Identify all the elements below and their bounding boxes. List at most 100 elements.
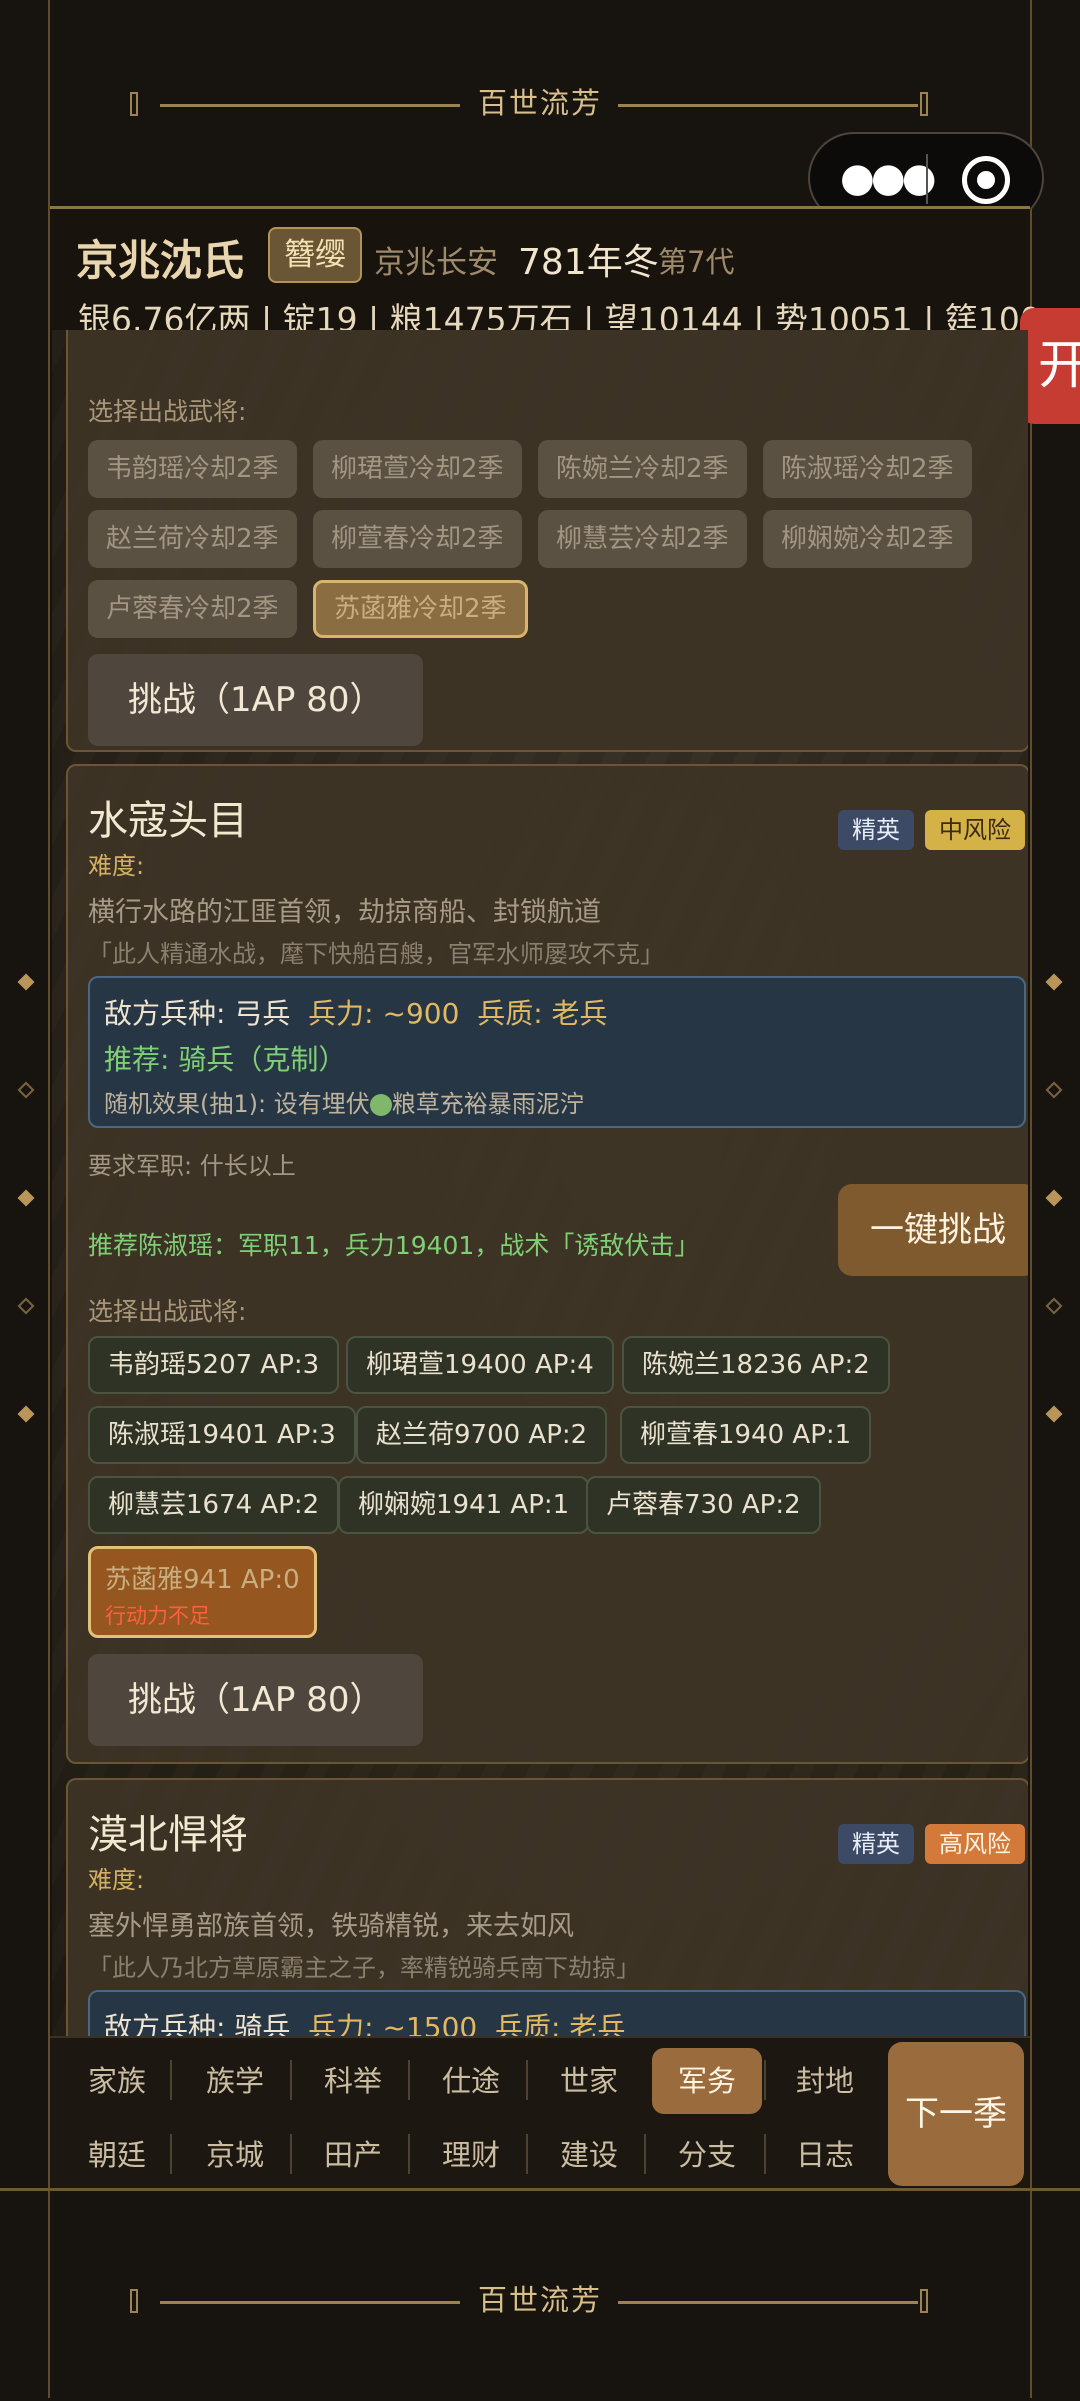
challenge-button[interactable]: 挑战（1AP 80）: [88, 654, 424, 746]
clan-name: 京兆沈氏: [76, 236, 245, 285]
side-diamond: [17, 1297, 35, 1315]
banner-cap-right: [920, 2289, 928, 2313]
side-diamond: [17, 1081, 35, 1099]
general-chip[interactable]: 柳慧芸1674 AP:2: [88, 1476, 340, 1534]
enemy-info-box: 敌方兵种: 弓兵 兵力: ~900 兵质: 老兵 推荐: 骑兵（克制） 随机效果…: [88, 976, 1026, 1128]
nav-divider: [764, 2134, 766, 2174]
general-chip[interactable]: 卢蓉春730 AP:2: [586, 1476, 821, 1534]
rank-requirement: 要求军职: 什长以上: [88, 1152, 296, 1180]
one-key-challenge-button[interactable]: 一键挑战: [838, 1184, 1028, 1276]
card-title: 水寇头目: [88, 798, 248, 844]
side-event-tab[interactable]: 开: [1020, 308, 1080, 424]
enemy-quality: 兵质: 老兵: [477, 997, 608, 1030]
nav-divider: [290, 2060, 292, 2100]
side-diamond: [1045, 1297, 1063, 1315]
tag-elite: 精英: [838, 810, 914, 850]
enemy-row: 敌方兵种: 骑兵 兵力: ~1500 兵质: 老兵: [104, 2006, 625, 2036]
side-diamond: [17, 1405, 35, 1423]
nav-military[interactable]: 军务: [652, 2048, 762, 2114]
general-chip[interactable]: 柳娴婉1941 AP:1: [338, 1476, 590, 1534]
nav-family[interactable]: 家族: [62, 2048, 172, 2114]
general-chip[interactable]: 柳珺萱冷却2季: [313, 440, 522, 498]
nav-clan-school[interactable]: 族学: [180, 2048, 290, 2114]
next-season-button[interactable]: 下一季: [888, 2042, 1024, 2186]
enemy-unit: 敌方兵种: 弓兵: [104, 997, 291, 1030]
nav-divider: [644, 2134, 646, 2174]
general-chip[interactable]: 柳珺萱19400 AP:4: [346, 1336, 614, 1394]
tag-risk: 高风险: [925, 1824, 1025, 1864]
enemy-info-box: 敌方兵种: 骑兵 兵力: ~1500 兵质: 老兵: [88, 1990, 1026, 2036]
general-chip[interactable]: 赵兰荷9700 AP:2: [356, 1406, 608, 1464]
nav-divider: [290, 2134, 292, 2174]
prev-challenge-card: 选择出战武将: 韦韵瑶冷却2季 柳珺萱冷却2季 陈婉兰冷却2季 陈淑瑶冷却2季 …: [66, 330, 1028, 752]
enemy-unit: 敌方兵种: 骑兵: [104, 2011, 291, 2036]
close-target-icon[interactable]: [962, 156, 1010, 204]
selected-general-name: 苏菡雅941 AP:0: [105, 1565, 300, 1595]
challenge-button[interactable]: 挑战（1AP 80）: [88, 1654, 424, 1746]
nav-capital[interactable]: 京城: [180, 2122, 290, 2188]
challenge-card-water-bandit: 水寇头目 精英 中风险 难度: 横行水路的江匪首领，劫掠商船、封锁航道 「此人精…: [66, 764, 1028, 1764]
nav-career[interactable]: 仕途: [416, 2048, 526, 2114]
card-description: 横行水路的江匪首领，劫掠商船、封锁航道: [88, 897, 601, 928]
banner-cap-right: [920, 92, 928, 116]
tag-risk: 中风险: [925, 810, 1025, 850]
random-effects-suffix: 粮草充裕暴雨泥泞: [391, 1090, 584, 1118]
nav-divider: [764, 2060, 766, 2100]
banner-line-right: [618, 2301, 918, 2304]
nav-divider: [526, 2060, 528, 2100]
nav-farmland[interactable]: 田产: [298, 2122, 408, 2188]
nav-divider: [408, 2134, 410, 2174]
side-diamond: [1045, 973, 1063, 991]
general-chip-selected[interactable]: 苏菡雅冷却2季: [313, 580, 528, 638]
general-chip[interactable]: 韦韵瑶5207 AP:3: [88, 1336, 340, 1394]
card-quote: 「此人乃北方草原霸主之子，率精锐骑兵南下劫掠」: [88, 1954, 640, 1982]
nav-exam[interactable]: 科举: [298, 2048, 408, 2114]
enemy-quality: 兵质: 老兵: [495, 2011, 626, 2036]
nav-construction[interactable]: 建设: [534, 2122, 644, 2188]
general-chip[interactable]: 陈婉兰18236 AP:2: [622, 1336, 890, 1394]
general-chip[interactable]: 陈淑瑶19401 AP:3: [88, 1406, 356, 1464]
general-chip[interactable]: 柳萱春冷却2季: [313, 510, 522, 568]
side-diamond: [17, 973, 35, 991]
nav-finance[interactable]: 理财: [416, 2122, 526, 2188]
nav-log[interactable]: 日志: [770, 2122, 880, 2188]
nav-divider: [170, 2134, 172, 2174]
general-chip[interactable]: 柳萱春1940 AP:1: [620, 1406, 872, 1464]
recommended-unit: 推荐: 骑兵（克制）: [104, 1043, 347, 1076]
generation: 第7代: [658, 245, 735, 279]
general-chip[interactable]: 陈淑瑶冷却2季: [763, 440, 972, 498]
nav-divider: [170, 2060, 172, 2100]
select-generals-label: 选择出战武将:: [88, 397, 247, 426]
card-description: 塞外悍勇部族首领，铁骑精锐，来去如风: [88, 1911, 574, 1942]
capsule-divider: [926, 154, 928, 204]
tag-elite: 精英: [838, 1824, 914, 1864]
nav-branches[interactable]: 分支: [652, 2122, 762, 2188]
enemy-strength: 兵力: ~1500: [308, 2011, 478, 2036]
nav-fief[interactable]: 封地: [770, 2048, 880, 2114]
effect-dot-icon: [369, 1094, 392, 1116]
general-chip[interactable]: 柳娴婉冷却2季: [763, 510, 972, 568]
difficulty-label: 难度:: [88, 852, 145, 880]
bottom-nav: 家族 族学 科举 仕途 世家 军务 封地 朝廷 京城 田产 理财 建设 分支 日…: [50, 2036, 1030, 2190]
military-content[interactable]: 选择出战武将: 韦韵瑶冷却2季 柳珺萱冷却2季 陈婉兰冷却2季 陈淑瑶冷却2季 …: [52, 330, 1028, 2036]
brand-title-bottom: 百世流芳: [477, 2283, 602, 2317]
general-chip[interactable]: 卢蓉春冷却2季: [88, 580, 297, 638]
general-chip-selected[interactable]: 苏菡雅941 AP:0 行动力不足: [88, 1546, 317, 1638]
side-diamond: [1045, 1081, 1063, 1099]
general-recommendation: 推荐陈淑瑶：军职11，兵力19401，战术「诱敌伏击」: [88, 1231, 700, 1260]
side-diamond: [17, 1189, 35, 1207]
general-chip[interactable]: 赵兰荷冷却2季: [88, 510, 297, 568]
nav-court[interactable]: 朝廷: [62, 2122, 172, 2188]
more-menu-icon[interactable]: ●●●: [840, 156, 937, 200]
general-chip[interactable]: 韦韵瑶冷却2季: [88, 440, 297, 498]
nav-noble-houses[interactable]: 世家: [534, 2048, 644, 2114]
family-header: 京兆沈氏 簪缨 京兆长安 781年冬 第7代 银6.76亿两 | 锭19 | 粮…: [50, 206, 1041, 339]
side-diamond: [1045, 1189, 1063, 1207]
general-chip[interactable]: 陈婉兰冷却2季: [538, 440, 747, 498]
general-chip[interactable]: 柳慧芸冷却2季: [538, 510, 747, 568]
side-diamond: [1045, 1405, 1063, 1423]
card-quote: 「此人精通水战，麾下快船百艘，官军水师屡攻不克」: [88, 940, 664, 968]
bottom-banner: 百世流芳: [0, 2188, 1080, 2401]
game-date: 781年冬: [518, 242, 659, 283]
nav-divider: [408, 2060, 410, 2100]
